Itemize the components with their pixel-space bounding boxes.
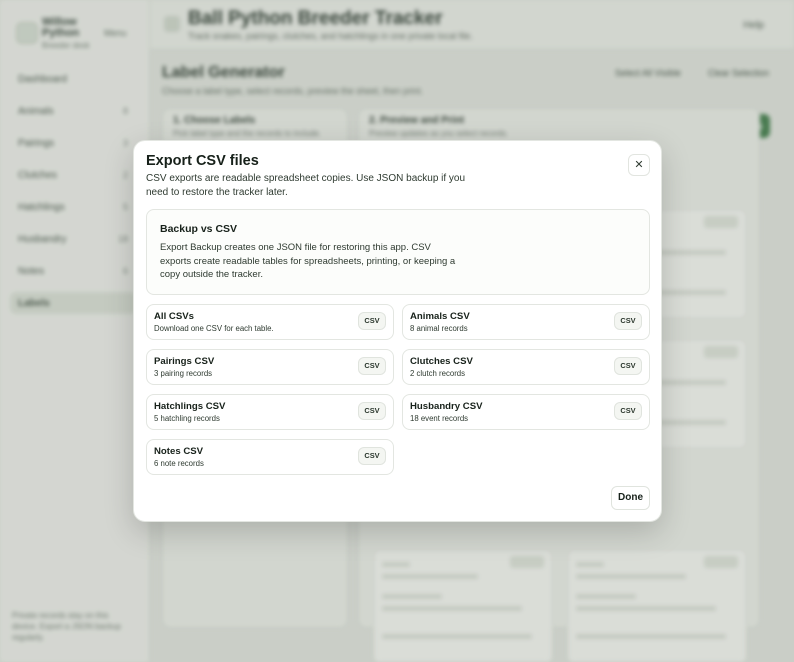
export-subtitle: 6 note records [154, 459, 204, 468]
export-subtitle: 18 event records [410, 414, 469, 423]
export-subtitle: 3 pairing records [154, 369, 213, 378]
export-clutches-csv-button[interactable]: CSV [614, 357, 642, 375]
export-subtitle: 5 hatchling records [154, 414, 220, 423]
info-text: Export Backup creates one JSON file for … [160, 242, 456, 280]
export-all-csvs: All CSVs Download one CSV for each table… [146, 304, 394, 340]
export-notes-csv: Notes CSV 6 note records CSV [146, 439, 394, 475]
done-button[interactable]: Done [611, 486, 650, 510]
export-all-csv-button[interactable]: CSV [358, 312, 386, 330]
export-title: Clutches CSV [410, 356, 473, 367]
export-subtitle: 2 clutch records [410, 369, 466, 378]
dialog-description: CSV exports are readable spreadsheet cop… [146, 173, 466, 198]
export-subtitle: 8 animal records [410, 324, 468, 333]
dialog-title: Export CSV files [146, 153, 259, 169]
export-csv-dialog: Export CSV files CSV exports are readabl… [133, 140, 662, 522]
export-title: All CSVs [154, 311, 194, 322]
export-clutches-csv: Clutches CSV 2 clutch records CSV [402, 349, 650, 385]
close-button[interactable]: ✕ [628, 154, 650, 176]
close-icon: ✕ [634, 159, 644, 171]
info-title: Backup vs CSV [160, 223, 238, 235]
export-animals-csv: Animals CSV 8 animal records CSV [402, 304, 650, 340]
export-title: Husbandry CSV [410, 401, 483, 412]
backup-vs-csv-info: Backup vs CSV Export Backup creates one … [146, 209, 650, 295]
export-title: Hatchlings CSV [154, 401, 226, 412]
export-pairings-csv-button[interactable]: CSV [358, 357, 386, 375]
export-pairings-csv: Pairings CSV 3 pairing records CSV [146, 349, 394, 385]
export-hatchlings-csv: Hatchlings CSV 5 hatchling records CSV [146, 394, 394, 430]
export-subtitle: Download one CSV for each table. [154, 324, 274, 333]
export-husbandry-csv-button[interactable]: CSV [614, 402, 642, 420]
export-title: Animals CSV [410, 311, 470, 322]
export-notes-csv-button[interactable]: CSV [358, 447, 386, 465]
export-title: Notes CSV [154, 446, 204, 457]
export-hatchlings-csv-button[interactable]: CSV [358, 402, 386, 420]
export-title: Pairings CSV [154, 356, 215, 367]
export-animals-csv-button[interactable]: CSV [614, 312, 642, 330]
export-husbandry-csv: Husbandry CSV 18 event records CSV [402, 394, 650, 430]
